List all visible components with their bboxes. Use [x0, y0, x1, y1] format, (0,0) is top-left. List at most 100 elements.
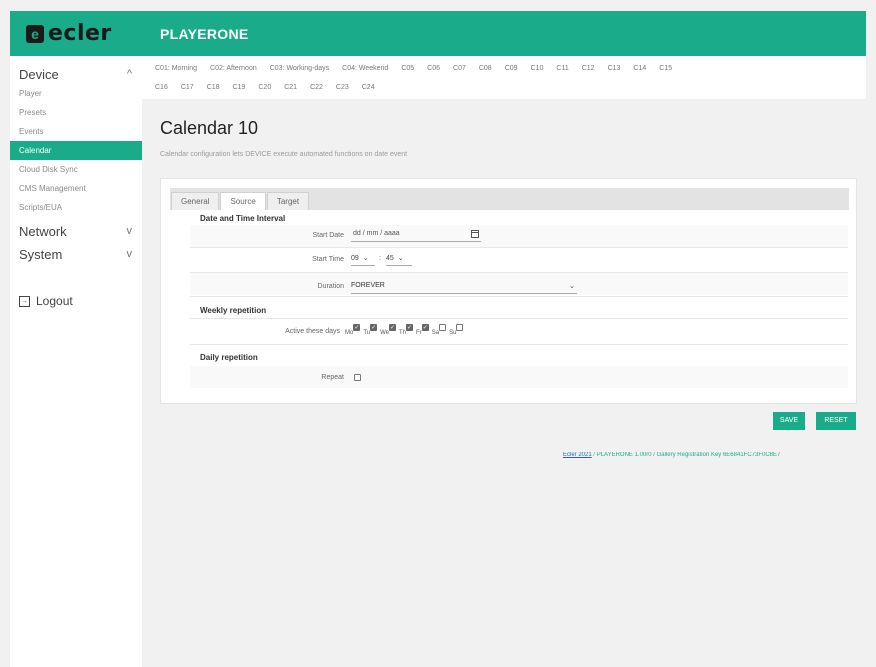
form-tabs: General Source Target [170, 188, 849, 210]
save-button[interactable]: SAVE [773, 412, 805, 430]
calendar-tab[interactable]: C18 [207, 84, 220, 91]
chevron-down-icon: ⌄ [397, 255, 404, 262]
sidebar-group-label: Network [19, 223, 67, 239]
day-option: Mo ✓ [344, 324, 361, 336]
day-label: Fr [416, 330, 422, 336]
calendar-form-card: General Source Target Date and Time Inte… [160, 178, 857, 404]
footer-text: / PLAYERONE 1.00r0 / Gallery Registratio… [591, 452, 781, 458]
footer: Ecler 2021 / PLAYERONE 1.00r0 / Gallery … [563, 452, 866, 458]
section-title-weekly: Weekly repetition [200, 306, 267, 315]
calendar-tab[interactable]: C02: Afternoon [210, 65, 257, 72]
chevron-down-icon: ⌄ [362, 255, 369, 262]
reset-button[interactable]: RESET [816, 412, 856, 430]
calendar-tab[interactable]: C09 [505, 65, 518, 72]
day-checkbox[interactable] [456, 324, 464, 331]
calendar-tab[interactable]: C03: Working-days [270, 65, 329, 72]
start-time-label: Start Time [312, 256, 344, 263]
calendar-tab[interactable]: C08 [479, 65, 492, 72]
day-label: Tu [363, 330, 371, 336]
calendar-tabs-row: C16 C17 C18 C19 C20 C21 C22 C23 C24 [155, 78, 866, 97]
active-days-group: Mo ✓ Tu ✓ We ✓ Th ✓ Fr ✓ Sa Su [344, 324, 465, 336]
calendar-tab[interactable]: C19 [233, 84, 246, 91]
day-checkbox[interactable]: ✓ [421, 324, 429, 331]
day-label: Sa [431, 330, 440, 336]
row-divider [190, 344, 848, 345]
day-label: Mo [345, 330, 354, 336]
duration-select[interactable]: FOREVER ⌄ [351, 280, 577, 294]
logout-icon: → [19, 295, 30, 307]
ecler-logo[interactable]: e ecler [26, 21, 150, 46]
start-date-value: dd / mm / aaaa [353, 230, 400, 237]
sidebar-item-presets[interactable]: Presets [10, 103, 142, 122]
calendar-tab[interactable]: C06 [427, 65, 440, 72]
calendar-tab[interactable]: C07 [453, 65, 466, 72]
day-option: Tu ✓ [362, 324, 378, 336]
sidebar-group-system[interactable]: System v [10, 242, 142, 266]
start-minute-value: 45 [386, 255, 394, 262]
app-title: PLAYERONE [160, 25, 249, 42]
day-option: Su [448, 324, 464, 336]
calendar-tab[interactable]: C16 [155, 84, 168, 91]
top-header-bar: e ecler PLAYERONE [10, 11, 866, 56]
day-label: Su [449, 330, 457, 336]
day-option: Sa [431, 324, 447, 336]
calendar-tab[interactable]: C12 [582, 65, 595, 72]
form-body: Date and Time Interval Start Date dd / m… [170, 210, 849, 395]
sidebar-item-calendar[interactable]: Calendar [10, 141, 142, 160]
calendar-tab[interactable]: C13 [608, 65, 621, 72]
day-label: We [380, 330, 390, 336]
calendar-tab[interactable]: C10 [531, 65, 544, 72]
calendar-tab[interactable]: C20 [258, 84, 271, 91]
start-minute-select[interactable]: 45 ⌄ [386, 252, 412, 266]
day-checkbox[interactable]: ✓ [389, 324, 397, 331]
sidebar-item-events[interactable]: Events [10, 122, 142, 141]
sidebar-group-label: System [19, 246, 63, 262]
footer-link[interactable]: Ecler 2021 [563, 452, 592, 458]
chevron-down-icon: ⌄ [569, 283, 575, 290]
calendar-tab[interactable]: C01: Morning [155, 65, 197, 72]
start-hour-value: 09 [351, 255, 359, 262]
page-title: Calendar 10 [160, 118, 259, 138]
tab-target[interactable]: Target [266, 192, 310, 210]
start-hour-select[interactable]: 09 ⌄ [351, 252, 375, 266]
day-checkbox[interactable] [439, 324, 447, 331]
repeat-label: Repeat [321, 374, 344, 381]
day-checkbox[interactable]: ✓ [406, 324, 414, 331]
start-date-label: Start Date [312, 232, 344, 239]
sidebar-group-network[interactable]: Network v [10, 220, 142, 242]
calendar-icon[interactable] [471, 230, 479, 238]
calendar-tab[interactable]: C23 [336, 84, 349, 91]
day-option: Th ✓ [398, 324, 414, 336]
sidebar-item-cloud-disk-sync[interactable]: Cloud Disk Sync [10, 160, 142, 179]
sidebar-item-scripts[interactable]: Scripts/EUA [10, 198, 142, 217]
calendar-tab[interactable]: C24 [362, 84, 375, 91]
sidebar-group-device[interactable]: Device ^ [10, 64, 142, 84]
calendar-tab[interactable]: C17 [181, 84, 194, 91]
start-date-input[interactable]: dd / mm / aaaa [351, 227, 481, 242]
row-divider [190, 318, 848, 319]
tab-general[interactable]: General [171, 192, 220, 210]
day-checkbox[interactable]: ✓ [353, 324, 361, 331]
calendar-tab[interactable]: C11 [556, 65, 568, 72]
calendar-tab[interactable]: C14 [633, 65, 646, 72]
duration-label: Duration [317, 283, 344, 290]
chevron-down-icon: v [126, 225, 133, 237]
day-option: We ✓ [379, 324, 397, 336]
sidebar-item-cms-management[interactable]: CMS Management [10, 179, 142, 198]
day-checkbox[interactable]: ✓ [370, 324, 378, 331]
calendar-tab[interactable]: C21 [284, 84, 297, 91]
row-divider [190, 296, 848, 297]
chevron-up-icon: ^ [126, 68, 132, 80]
day-option: Fr ✓ [415, 324, 429, 336]
active-days-label: Active these days [285, 328, 340, 335]
calendar-tab[interactable]: C05 [401, 65, 414, 72]
calendar-tab[interactable]: C15 [659, 65, 672, 72]
calendar-tab[interactable]: C22 [310, 84, 323, 91]
repeat-checkbox[interactable] [354, 374, 361, 381]
tab-source[interactable]: Source [220, 192, 266, 210]
calendar-tab[interactable]: C04: Weekend [342, 65, 388, 72]
logout-button[interactable]: → Logout [10, 294, 142, 308]
sidebar-item-player[interactable]: Player [10, 84, 142, 103]
section-title-daily: Daily repetition [200, 353, 258, 362]
sidebar: Device ^ Player Presets Events Calendar … [10, 56, 142, 667]
